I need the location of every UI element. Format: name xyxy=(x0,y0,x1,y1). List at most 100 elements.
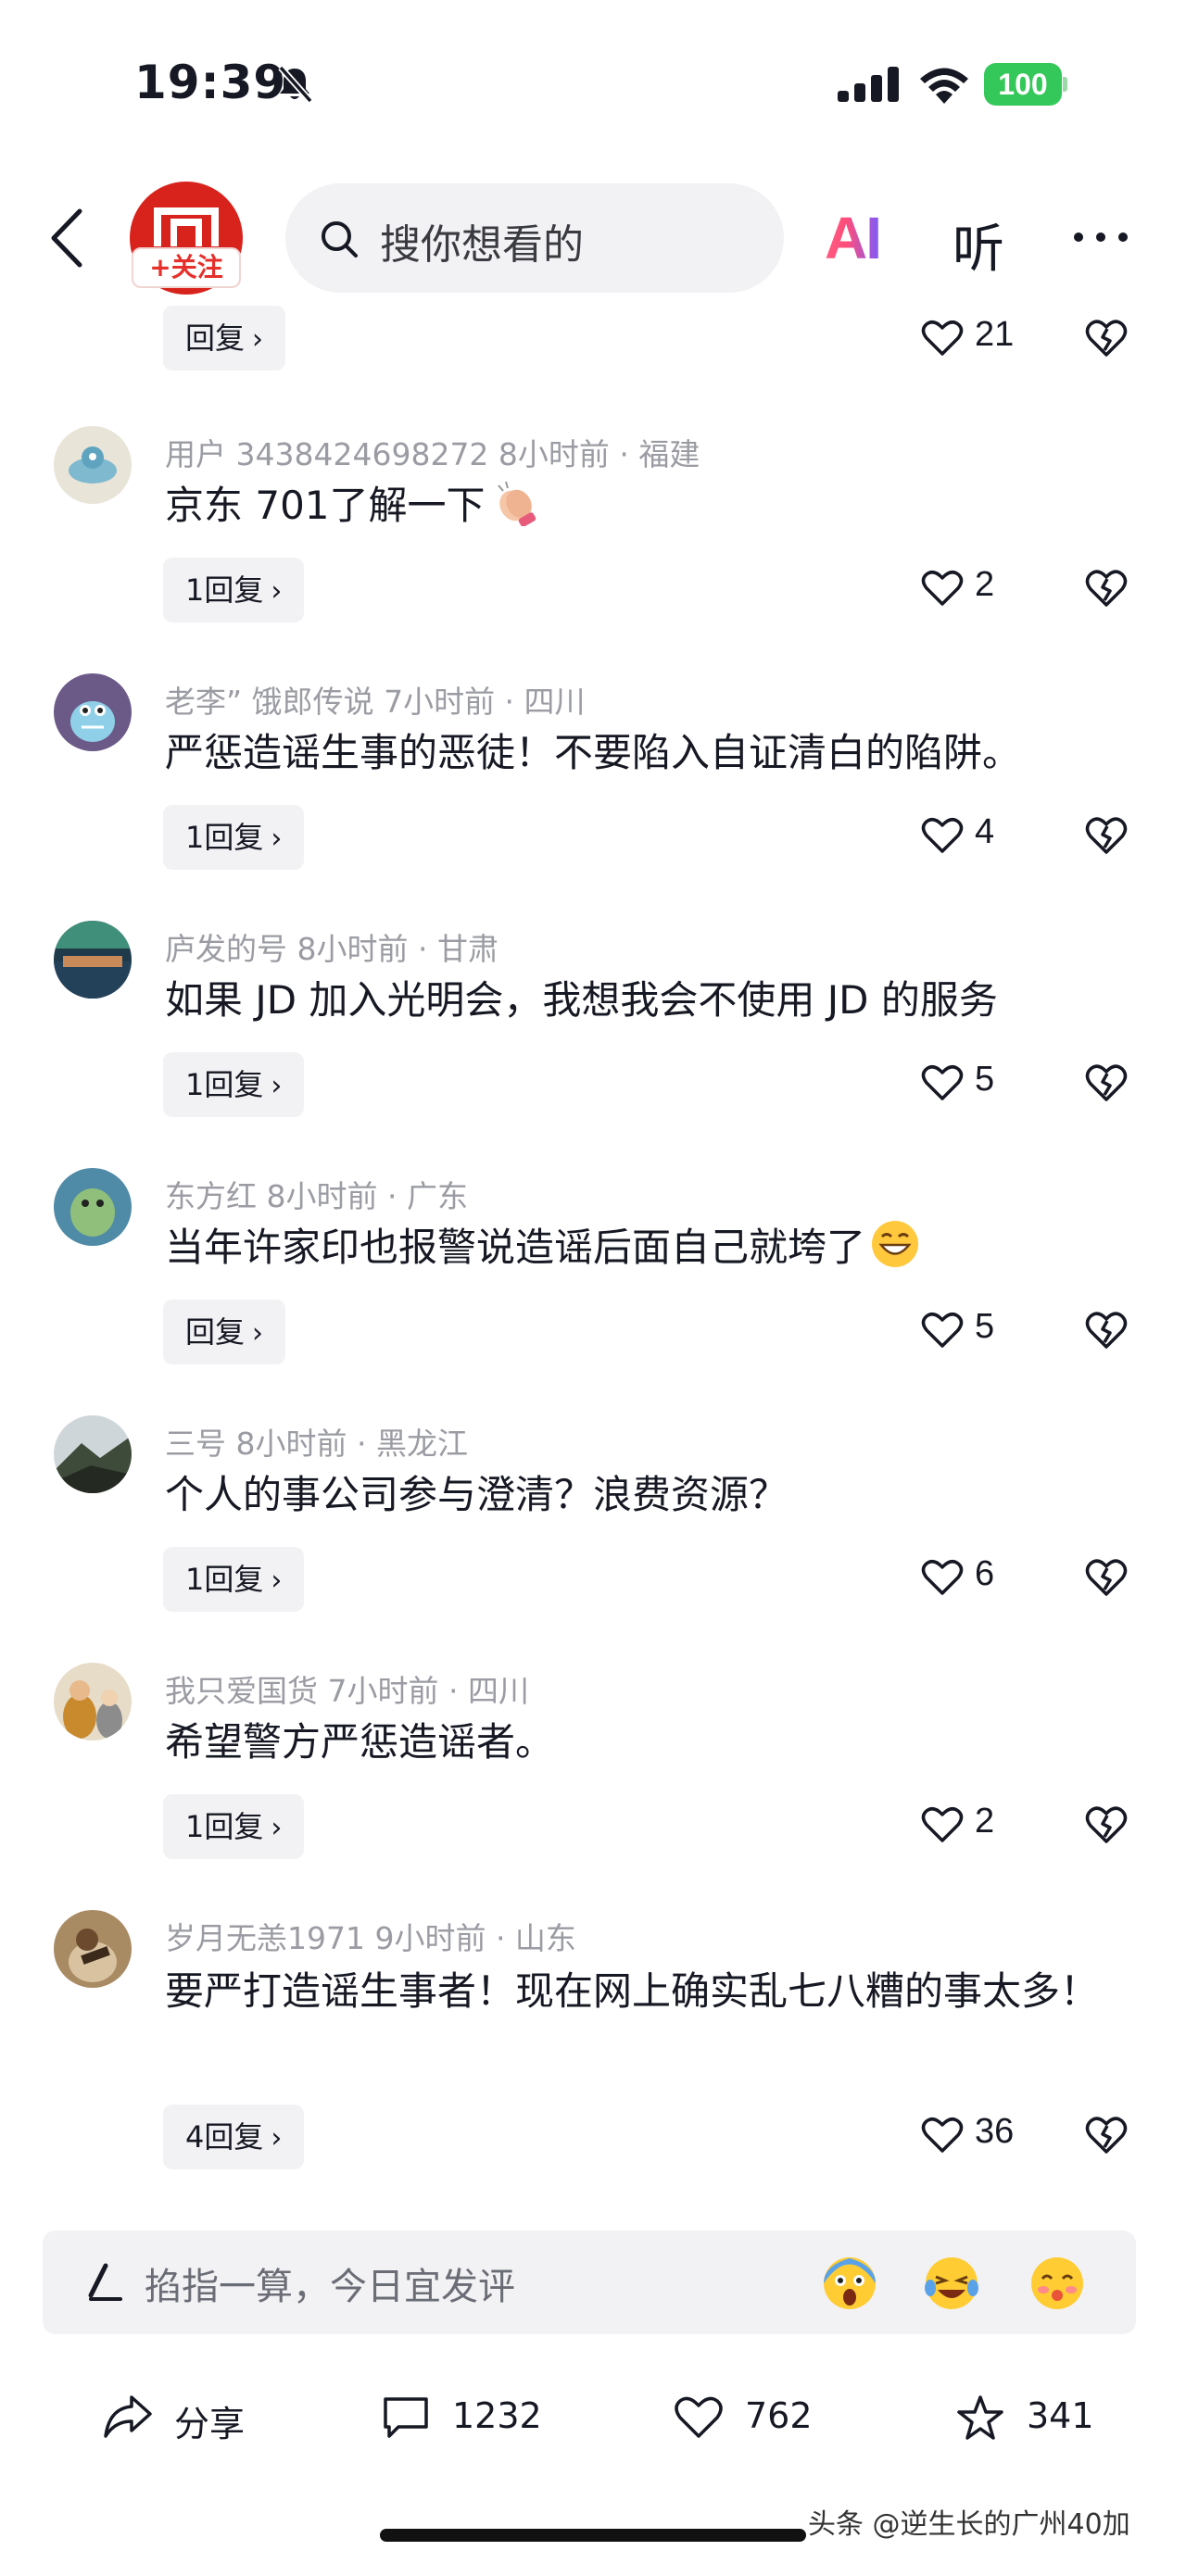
dislike-icon[interactable] xyxy=(1084,567,1129,609)
like-count: 5 xyxy=(975,1060,995,1099)
reply-button[interactable]: 1回复 › xyxy=(163,1052,305,1117)
avatar[interactable] xyxy=(54,1168,132,1246)
reply-label: 1回复 xyxy=(185,572,264,608)
chevron-right-icon: › xyxy=(252,323,264,356)
reply-button[interactable]: 1回复 › xyxy=(163,805,305,870)
comment-icon xyxy=(384,2397,428,2438)
more-icon[interactable] xyxy=(1073,230,1129,245)
heart-icon xyxy=(921,1313,964,1348)
dislike-icon[interactable] xyxy=(1084,317,1129,359)
comment-text-body: 京东 701了解一下 xyxy=(165,483,486,528)
clapping-hands-icon xyxy=(491,476,539,527)
reply-button[interactable]: 回复 › xyxy=(163,306,286,371)
comment-meta: 我只爱国货 7小时前 · 四川 xyxy=(165,1673,529,1709)
scream-emoji-icon[interactable] xyxy=(821,2255,878,2312)
heart-icon xyxy=(921,1065,964,1100)
heart-icon xyxy=(921,818,964,853)
top-nav: +关注 搜你想看的 AI 听 xyxy=(0,176,1186,306)
like-count: 2 xyxy=(975,565,995,604)
heart-icon xyxy=(675,2396,723,2438)
reply-label: 1回复 xyxy=(185,820,264,855)
avatar[interactable] xyxy=(54,1415,132,1493)
dislike-icon[interactable] xyxy=(1084,2114,1129,2156)
reply-label: 1回复 xyxy=(185,1067,264,1102)
avatar[interactable] xyxy=(54,921,132,999)
comment-text: 当年许家印也报警说造谣后面自己就垮了 xyxy=(165,1211,1129,1285)
pen-icon xyxy=(88,2263,122,2301)
bottom-action-bar: 分享 1232 762 341 xyxy=(0,2362,1186,2473)
reply-button[interactable]: 1回复 › xyxy=(163,558,305,622)
heart-icon xyxy=(921,1560,964,1595)
signal-icon xyxy=(838,67,899,102)
reply-label: 回复 xyxy=(185,1314,246,1350)
comments-count: 1232 xyxy=(452,2395,542,2436)
chevron-right-icon: › xyxy=(271,1070,283,1102)
likes-count: 762 xyxy=(745,2395,813,2436)
reply-label: 4回复 xyxy=(185,2119,264,2155)
reply-label: 回复 xyxy=(185,320,246,356)
like-count: 4 xyxy=(975,812,995,851)
comment-input[interactable]: 掐指一算，今日宜发评 xyxy=(43,2230,1136,2334)
watermark: 头条 @逆生长的广州40加 xyxy=(808,2508,1130,2541)
search-bar[interactable]: 搜你想看的 xyxy=(285,183,784,293)
reply-button[interactable]: 1回复 › xyxy=(163,1794,305,1859)
comment-text: 严惩造谣生事的恶徒！不要陷入自证清白的陷阱。 xyxy=(165,730,1022,775)
kiss-emoji-icon[interactable] xyxy=(1028,2255,1086,2312)
comment-meta: 岁月无恙1971 9小时前 · 山东 xyxy=(165,1920,576,1956)
comment-text: 要严打造谣生事者！现在网上确实乱七八糟的事太多！ xyxy=(165,1968,1100,2014)
avatar[interactable] xyxy=(54,1910,132,1988)
comment-text: 如果 JD 加入光明会，我想我会不使用 JD 的服务 xyxy=(165,977,998,1023)
like-count: 36 xyxy=(975,2112,1015,2151)
back-icon[interactable] xyxy=(44,206,91,270)
comment-text-body: 当年许家印也报警说造谣后面自己就垮了 xyxy=(165,1225,866,1270)
share-icon xyxy=(104,2395,152,2438)
dislike-icon[interactable] xyxy=(1084,1556,1129,1599)
battery-indicator: 100 xyxy=(984,63,1067,106)
comment-text: 个人的事公司参与澄清？浪费资源？ xyxy=(165,1472,789,1517)
comment-placeholder: 掐指一算，今日宜发评 xyxy=(145,2266,515,2308)
search-icon xyxy=(322,221,358,258)
chevron-right-icon: › xyxy=(271,575,283,608)
battery-level: 100 xyxy=(984,63,1062,106)
chevron-right-icon: › xyxy=(271,1564,283,1597)
avatar[interactable] xyxy=(54,426,132,504)
status-time: 19:39 xyxy=(134,56,287,109)
avatar[interactable] xyxy=(54,673,132,751)
star-icon xyxy=(957,2395,1003,2440)
laughing-crying-emoji-icon[interactable] xyxy=(923,2255,980,2312)
reply-label: 1回复 xyxy=(185,1562,264,1597)
ai-button[interactable]: AI xyxy=(825,204,882,272)
comment-meta: 庐发的号 8小时前 · 甘肃 xyxy=(165,931,498,967)
reply-label: 1回复 xyxy=(185,1809,264,1844)
listen-button[interactable]: 听 xyxy=(953,207,1004,283)
like-count: 6 xyxy=(975,1554,995,1593)
heart-icon xyxy=(921,320,964,356)
share-label: 分享 xyxy=(174,2404,246,2444)
heart-icon xyxy=(921,1807,964,1842)
comment-text: 希望警方严惩造谣者。 xyxy=(165,1719,555,1765)
grinning-face-icon xyxy=(869,1218,921,1270)
status-bar: 19:39 100 xyxy=(0,0,1186,167)
favorites-count: 341 xyxy=(1027,2395,1094,2436)
avatar[interactable] xyxy=(54,1663,132,1740)
bell-off-icon xyxy=(278,65,313,104)
reply-button[interactable]: 回复 › xyxy=(163,1300,286,1364)
like-count: 5 xyxy=(975,1307,995,1346)
follow-button[interactable]: +关注 xyxy=(132,247,241,288)
heart-icon xyxy=(921,571,964,606)
chevron-right-icon: › xyxy=(271,1812,283,1844)
wifi-icon xyxy=(920,68,968,104)
comment-meta: 三号 8小时前 · 黑龙江 xyxy=(165,1426,468,1462)
like-count: 21 xyxy=(975,315,1015,354)
dislike-icon[interactable] xyxy=(1084,1803,1129,1846)
dislike-icon[interactable] xyxy=(1084,1062,1129,1104)
comment-text: 京东 701了解一下 xyxy=(165,469,1129,543)
dislike-icon[interactable] xyxy=(1084,814,1129,857)
comment-meta: 老李” 饿郎传说 7小时前 · 四川 xyxy=(165,684,586,720)
home-indicator[interactable] xyxy=(380,2529,806,2542)
dislike-icon[interactable] xyxy=(1084,1309,1129,1351)
comment-meta: 东方红 8小时前 · 广东 xyxy=(165,1178,468,1214)
reply-button[interactable]: 4回复 › xyxy=(163,2105,305,2169)
reply-button[interactable]: 1回复 › xyxy=(163,1547,305,1612)
battery-cap xyxy=(1063,77,1067,92)
